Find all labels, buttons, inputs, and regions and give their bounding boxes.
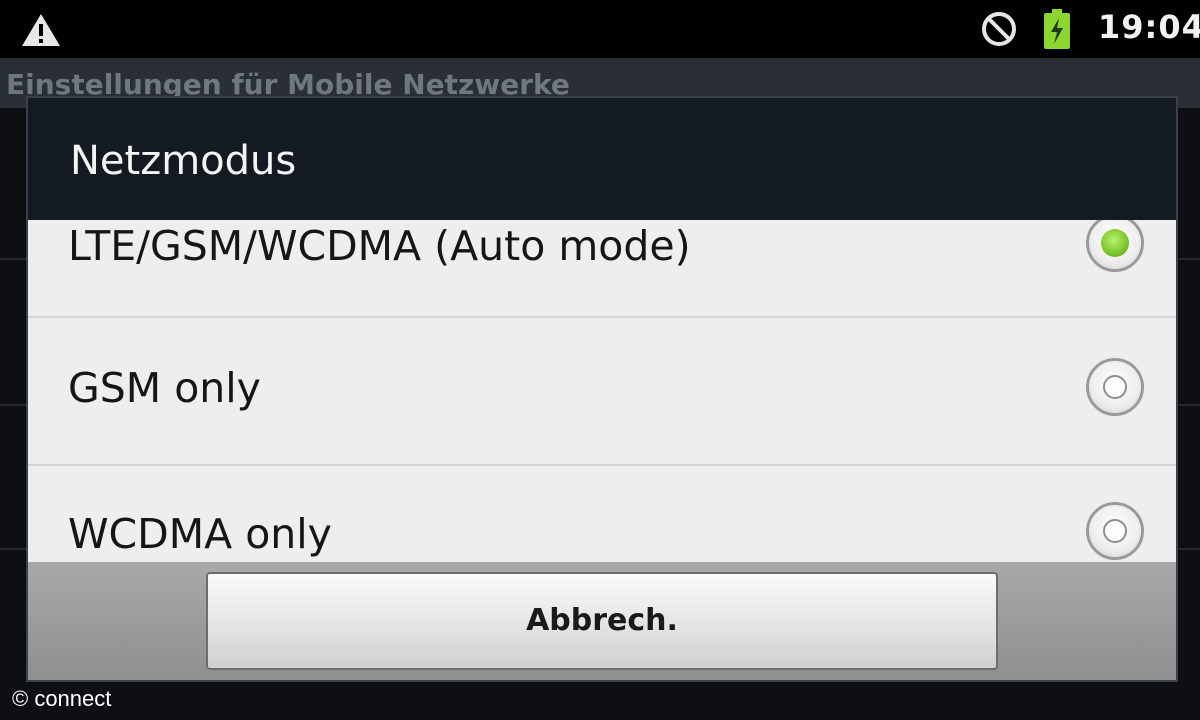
option-label: LTE/GSM/WCDMA (Auto mode): [68, 222, 691, 270]
radio-button-selected[interactable]: [1086, 220, 1144, 272]
dialog-title: Netzmodus: [70, 138, 297, 184]
radio-button[interactable]: [1086, 502, 1144, 560]
option-row-gsm-only[interactable]: GSM only: [28, 318, 1176, 466]
option-label: WCDMA only: [68, 510, 332, 558]
status-bar: 19:04: [0, 0, 1200, 58]
option-row-wcdma-only[interactable]: WCDMA only: [28, 466, 1176, 562]
watermark: © connect: [12, 686, 112, 711]
status-clock: 19:04: [1098, 8, 1200, 46]
option-row-lte-auto[interactable]: LTE/GSM/WCDMA (Auto mode): [28, 220, 1176, 318]
option-label: GSM only: [68, 364, 261, 412]
battery-charging-icon: [1044, 9, 1070, 49]
dialog-header: Netzmodus: [28, 98, 1176, 220]
cancel-button[interactable]: Abbrech.: [206, 572, 998, 670]
dialog-footer: Abbrech.: [28, 562, 1176, 680]
network-mode-dialog: Netzmodus LTE/GSM/WCDMA (Auto mode) GSM …: [26, 96, 1178, 682]
option-list: LTE/GSM/WCDMA (Auto mode) GSM only WCDMA…: [28, 220, 1176, 562]
warning-icon: [22, 14, 60, 46]
radio-button[interactable]: [1086, 358, 1144, 416]
do-not-disturb-icon: [982, 12, 1016, 46]
